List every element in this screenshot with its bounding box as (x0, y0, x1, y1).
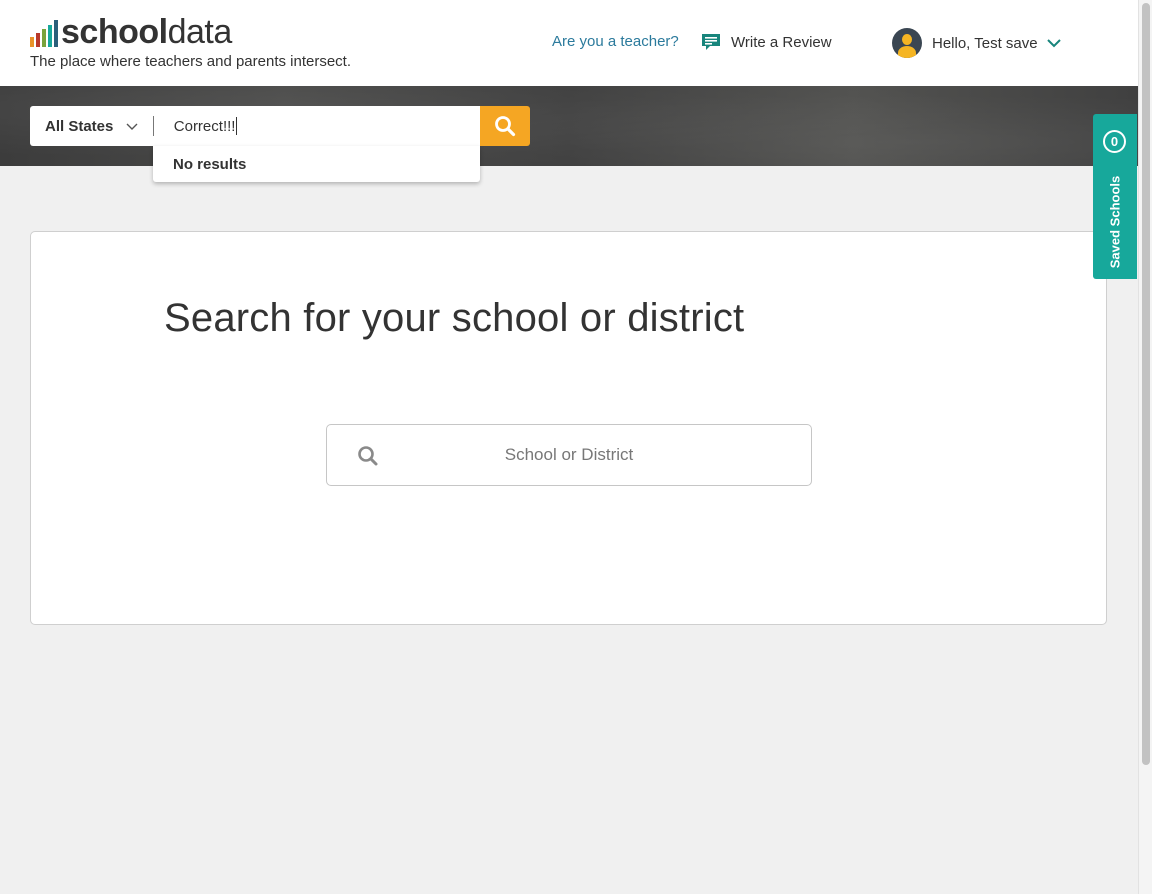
text-caret (236, 117, 238, 135)
saved-schools-count: 0 (1103, 130, 1126, 153)
header-search-bar: All States Correct!!! (30, 106, 530, 146)
user-greeting: Hello, Test save (932, 34, 1038, 52)
search-results-dropdown: No results (153, 146, 480, 182)
saved-schools-label: Saved Schools (1107, 175, 1123, 269)
page-scrollbar[interactable] (1138, 0, 1152, 894)
school-district-search-field[interactable]: School or District (326, 424, 812, 486)
search-placeholder: School or District (504, 445, 634, 464)
teacher-link[interactable]: Are you a teacher? (552, 33, 679, 50)
chevron-down-icon (1046, 39, 1061, 48)
no-results-message: No results (173, 155, 247, 173)
state-select-label: All States (45, 117, 114, 135)
search-query-text: Correct!!! (173, 117, 236, 135)
avatar-icon (892, 28, 922, 58)
search-card: Search for your school or district Schoo… (30, 231, 1107, 625)
chevron-down-icon (126, 123, 138, 130)
write-review-link[interactable]: Write a Review (700, 31, 832, 53)
saved-schools-tab[interactable]: 0 Saved Schools (1093, 114, 1137, 279)
school-search-input[interactable]: Correct!!! (153, 106, 481, 146)
logo-bars-icon (30, 20, 58, 50)
scrollbar-thumb[interactable] (1142, 3, 1150, 765)
speech-bubble-icon (702, 34, 720, 50)
site-logo[interactable]: schooldata (30, 14, 232, 50)
site-header: schooldata The place where teachers and … (0, 0, 1138, 86)
user-menu[interactable]: Hello, Test save (892, 28, 1062, 58)
page-title: Search for your school or district (164, 296, 745, 340)
site-tagline: The place where teachers and parents int… (30, 53, 352, 70)
logo-wordmark: schooldata (61, 13, 232, 51)
search-button[interactable] (480, 106, 530, 146)
write-review-label: Write a Review (731, 33, 832, 51)
state-select[interactable]: All States (30, 106, 153, 146)
search-icon (358, 446, 378, 466)
search-icon (495, 116, 516, 137)
